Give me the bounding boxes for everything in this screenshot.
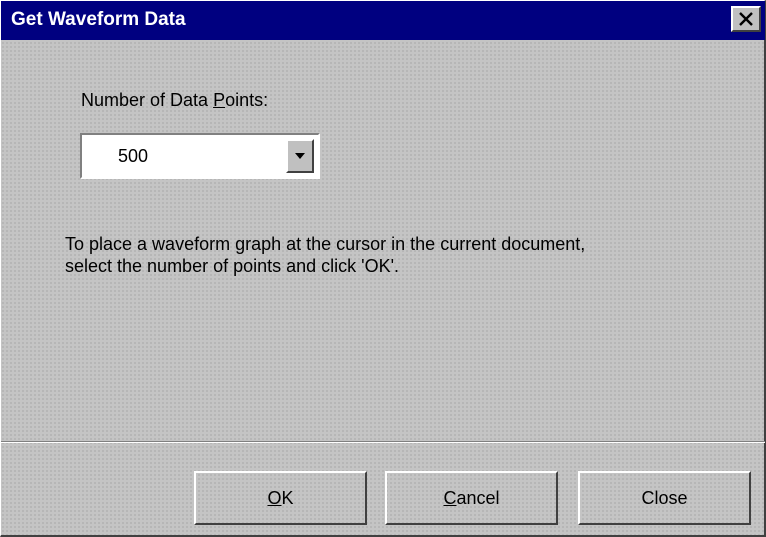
data-points-label-post: oints: bbox=[225, 90, 269, 110]
cancel-accesskey: C bbox=[443, 488, 457, 508]
window-close-button[interactable] bbox=[731, 6, 761, 32]
data-points-label-accesskey: P bbox=[213, 90, 226, 110]
instructions-line-1: To place a waveform graph at the cursor … bbox=[65, 234, 586, 254]
data-points-combobox[interactable]: 500 bbox=[80, 133, 320, 179]
data-points-label-pre: Number of Data bbox=[81, 90, 214, 110]
button-separator bbox=[1, 441, 765, 443]
ok-accesskey: O bbox=[267, 488, 282, 508]
close-x-icon bbox=[739, 12, 753, 26]
cancel-button[interactable]: Cancel bbox=[385, 471, 558, 525]
cancel-label-rest: ancel bbox=[456, 488, 500, 508]
title-bar[interactable]: Get Waveform Data bbox=[1, 1, 765, 40]
chevron-down-icon bbox=[295, 153, 305, 159]
get-waveform-data-dialog: Get Waveform Data Number of Data Points:… bbox=[0, 0, 766, 537]
data-points-dropdown-button[interactable] bbox=[286, 139, 314, 173]
close-button[interactable]: Close bbox=[578, 471, 751, 525]
ok-button[interactable]: OK bbox=[194, 471, 367, 525]
data-points-value: 500 bbox=[118, 146, 149, 166]
instructions-line-2: select the number of points and click 'O… bbox=[65, 256, 400, 276]
ok-label-rest: K bbox=[281, 488, 294, 508]
instructions-text: To place a waveform graph at the cursor … bbox=[65, 233, 705, 277]
data-points-label: Number of Data Points: bbox=[81, 89, 268, 111]
window-title: Get Waveform Data bbox=[11, 9, 186, 30]
